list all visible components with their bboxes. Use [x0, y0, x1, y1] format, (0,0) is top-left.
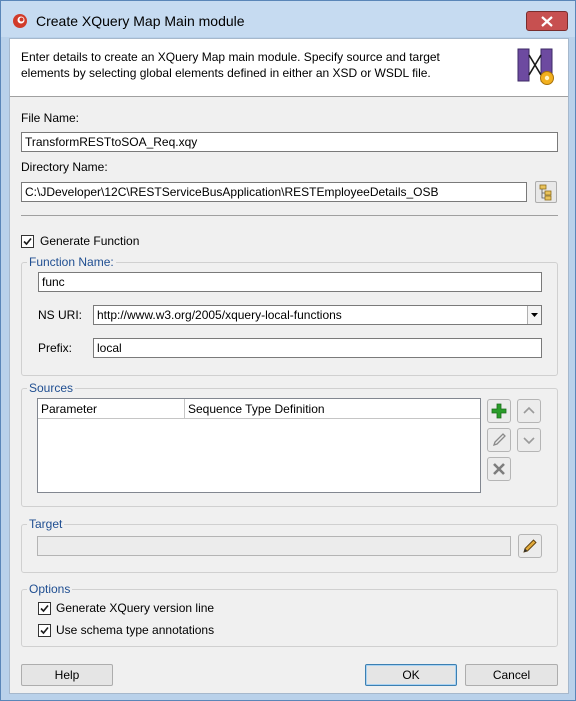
move-up-button[interactable] — [517, 399, 541, 423]
sources-group-title: Sources — [27, 381, 76, 395]
ns-uri-combo[interactable]: http://www.w3.org/2005/xquery-local-func… — [93, 305, 542, 325]
browse-folder-icon — [539, 184, 552, 201]
options-group-title: Options — [27, 582, 73, 596]
edit-source-button[interactable] — [487, 428, 511, 452]
ns-uri-label: NS URI: — [38, 308, 83, 322]
help-button[interactable]: Help — [21, 664, 113, 686]
combo-arrow-icon — [531, 313, 538, 317]
ns-uri-dropdown-button[interactable] — [527, 306, 541, 324]
title-bar[interactable]: Create XQuery Map Main module — [1, 1, 575, 37]
file-name-input[interactable]: TransformRESTtoSOA_Req.xqy — [21, 132, 558, 152]
header-band: Enter details to create an XQuery Map ma… — [10, 39, 568, 96]
prefix-label: Prefix: — [38, 341, 73, 355]
file-name-label: File Name: — [21, 111, 80, 125]
header-description: Enter details to create an XQuery Map ma… — [21, 50, 440, 80]
pencil-icon — [523, 539, 537, 553]
window-title: Create XQuery Map Main module — [36, 13, 245, 29]
version-line-label: Generate XQuery version line — [56, 601, 215, 615]
check-icon — [23, 237, 32, 246]
close-icon — [541, 16, 553, 27]
column-header-parameter[interactable]: Parameter — [38, 399, 185, 419]
move-up-icon — [523, 406, 535, 414]
check-icon — [40, 626, 49, 635]
xquery-map-icon — [517, 48, 554, 85]
header-separator — [10, 96, 568, 97]
move-down-button[interactable] — [517, 428, 541, 452]
add-source-button[interactable] — [487, 399, 511, 423]
move-down-icon — [523, 437, 535, 445]
options-group — [21, 589, 558, 647]
ok-button[interactable]: OK — [365, 664, 457, 686]
app-logo-icon — [13, 14, 27, 28]
directory-name-input[interactable]: C:\JDeveloper\12C\RESTServiceBusApplicat… — [21, 182, 527, 202]
function-name-group-title: Function Name: — [27, 255, 116, 269]
close-button[interactable] — [526, 11, 568, 31]
directory-name-label: Directory Name: — [21, 160, 108, 174]
check-icon — [40, 604, 49, 613]
edit-icon — [492, 433, 506, 447]
section-divider — [21, 215, 558, 216]
prefix-input[interactable]: local — [93, 338, 542, 358]
schema-annotations-checkbox[interactable] — [38, 624, 51, 637]
column-header-sequence-type[interactable]: Sequence Type Definition — [185, 399, 480, 419]
schema-annotations-label: Use schema type annotations — [56, 623, 215, 637]
generate-function-label: Generate Function — [40, 234, 140, 248]
sources-table[interactable]: Parameter Sequence Type Definition — [37, 398, 481, 493]
target-input — [37, 536, 511, 556]
edit-target-button[interactable] — [518, 534, 542, 558]
delete-source-button[interactable] — [487, 457, 511, 481]
cancel-button[interactable]: Cancel — [465, 664, 558, 686]
delete-icon — [493, 463, 505, 475]
dialog-window: Create XQuery Map Main module Enter deta… — [0, 0, 576, 701]
dialog-body: Enter details to create an XQuery Map ma… — [9, 38, 569, 694]
generate-function-checkbox[interactable] — [21, 235, 34, 248]
function-name-input[interactable]: func — [38, 272, 542, 292]
version-line-checkbox[interactable] — [38, 602, 51, 615]
add-icon — [491, 403, 507, 419]
target-group-title: Target — [27, 517, 65, 531]
browse-directory-button[interactable] — [535, 181, 557, 203]
